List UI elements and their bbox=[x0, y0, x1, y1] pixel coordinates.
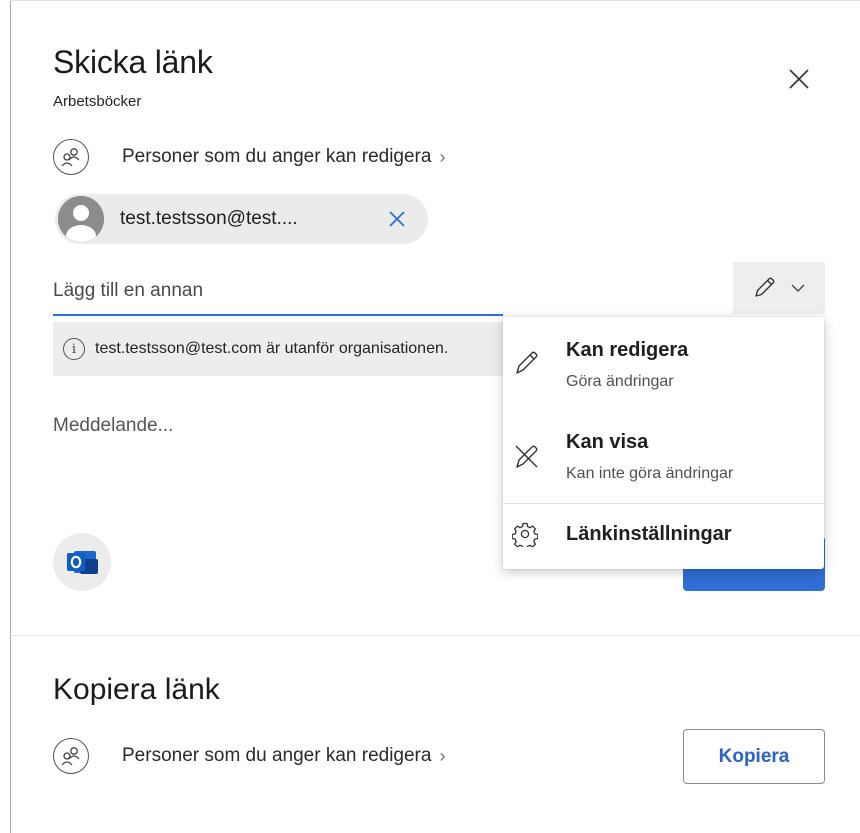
send-link-permission-label: Personer som du anger kan redigera bbox=[122, 146, 432, 167]
dialog-left-border bbox=[10, 0, 11, 833]
close-icon bbox=[389, 211, 405, 227]
send-link-title: Skicka länk bbox=[53, 44, 213, 80]
remove-recipient-button[interactable] bbox=[385, 207, 409, 231]
menu-divider bbox=[503, 503, 824, 504]
add-recipient-input[interactable] bbox=[53, 268, 503, 316]
chevron-down-icon bbox=[791, 284, 805, 292]
recipient-email: test.testsson@test.... bbox=[120, 208, 298, 229]
outlook-icon bbox=[67, 551, 98, 574]
menu-item-description: Göra ändringar bbox=[566, 373, 674, 390]
outlook-button[interactable] bbox=[53, 533, 111, 591]
close-button[interactable] bbox=[782, 62, 816, 96]
copy-link-permission-label: Personer som du anger kan redigera bbox=[122, 745, 432, 766]
menu-item-link-settings[interactable]: Länkinställningar bbox=[503, 505, 824, 567]
close-icon bbox=[789, 69, 809, 89]
menu-item-can-edit[interactable]: Kan redigera Göra ändringar bbox=[503, 317, 824, 405]
no-edit-icon bbox=[515, 445, 538, 468]
send-link-subtitle: Arbetsböcker bbox=[53, 93, 142, 110]
pencil-icon bbox=[516, 351, 538, 374]
recipient-chip: test.testsson@test.... bbox=[55, 194, 428, 244]
chevron-right-icon: › bbox=[439, 745, 446, 766]
pencil-icon bbox=[755, 277, 775, 297]
copy-button[interactable]: Kopiera bbox=[683, 729, 825, 784]
permission-dropdown-button[interactable] bbox=[733, 262, 825, 314]
message-input[interactable] bbox=[53, 410, 473, 442]
external-recipient-notice-text: test.testsson@test.com är utanför organi… bbox=[95, 340, 449, 357]
copy-link-title: Kopiera länk bbox=[53, 673, 220, 706]
permission-menu: Kan redigera Göra ändringar Kan visa Kan… bbox=[503, 317, 824, 569]
menu-item-can-view[interactable]: Kan visa Kan inte göra ändringar bbox=[503, 409, 824, 501]
dialog-top-border bbox=[10, 0, 860, 1]
gear-icon bbox=[512, 522, 538, 547]
menu-item-description: Kan inte göra ändringar bbox=[566, 465, 734, 482]
chevron-right-icon: › bbox=[439, 146, 446, 167]
copy-link-permission-selector[interactable]: Personer som du anger kan redigera › bbox=[53, 738, 445, 774]
people-icon bbox=[53, 738, 89, 774]
people-icon bbox=[53, 139, 89, 175]
section-divider bbox=[10, 635, 860, 636]
send-link-permission-selector[interactable]: Personer som du anger kan redigera › bbox=[53, 139, 445, 175]
avatar bbox=[58, 196, 104, 242]
menu-item-title: Kan visa bbox=[566, 431, 649, 453]
info-icon: i bbox=[63, 338, 85, 360]
external-recipient-notice: i test.testsson@test.com är utanför orga… bbox=[53, 322, 507, 376]
menu-item-title: Länkinställningar bbox=[566, 523, 732, 545]
menu-item-title: Kan redigera bbox=[566, 339, 689, 361]
